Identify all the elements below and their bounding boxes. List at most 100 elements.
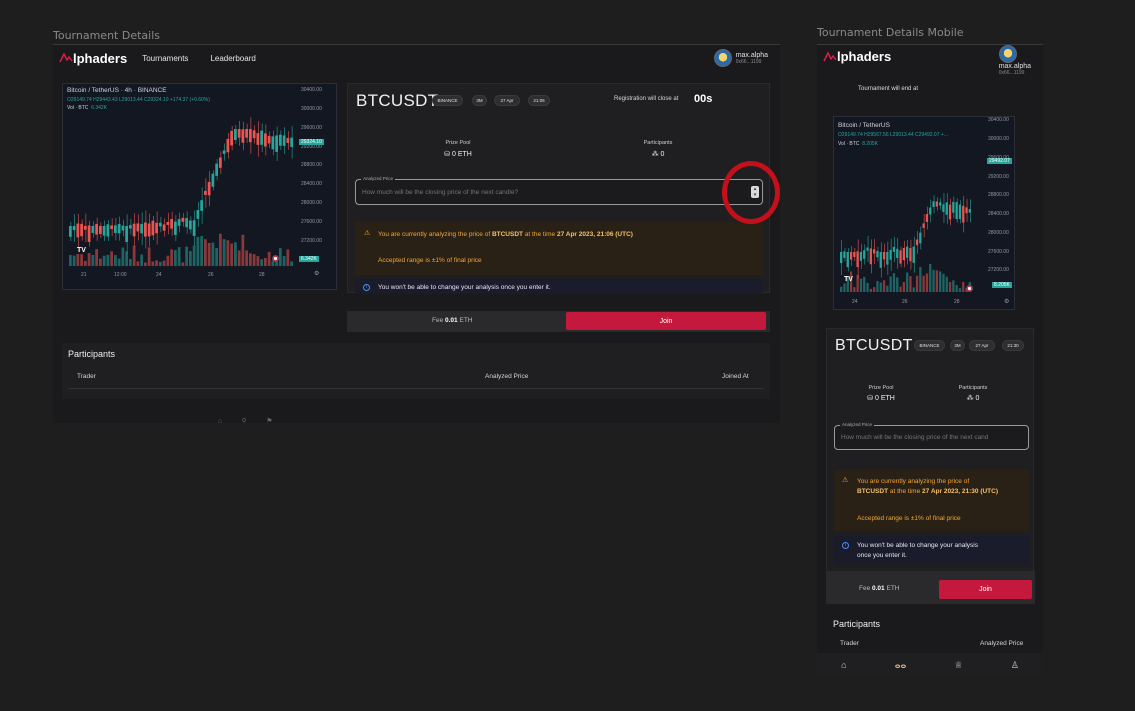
volume-bar [264, 258, 267, 266]
volume-bar [925, 273, 929, 292]
volume-bar [948, 281, 952, 292]
y-tick: 30000.00 [301, 106, 322, 112]
time-badge: 21:30 [1002, 340, 1024, 351]
mobile-price-chart[interactable]: Bitcoin / TetherUS O29149.74 H29567.56 L… [833, 116, 1015, 310]
candle-body [114, 225, 117, 233]
volume-bar [69, 255, 72, 266]
col-analyzed-price[interactable]: Analyzed Price [485, 373, 528, 380]
y-tick: 27600.00 [301, 219, 322, 225]
volume-bar [91, 254, 95, 266]
mobile-chart-ohlc: O29149.74 H29567.56 L29013.44 C29492.07 … [838, 132, 948, 138]
candle-body [892, 246, 896, 252]
volume-bar [185, 246, 188, 266]
mobile-chart-volume-label: Vol · BTC 8.205K [838, 141, 879, 147]
candle-body [84, 226, 87, 230]
home-icon[interactable]: ⌂ [841, 660, 846, 670]
mobile-logo[interactable]: lphaders [823, 49, 891, 64]
tournament-panel: BTCUSDT BINANCE 3M 27 Apr 21:06 Registra… [347, 83, 770, 294]
analyzed-price-field[interactable]: Analyzed Price ▴▾ [355, 176, 763, 205]
logo[interactable]: lphaders [59, 51, 127, 66]
warning-icon: ⚠ [842, 477, 849, 484]
mobile-pair-title: BTCUSDT [835, 337, 913, 354]
candle-body [899, 250, 902, 264]
date-badge: 27 Apr [494, 95, 520, 106]
candle-body [99, 226, 102, 234]
profile-icon[interactable]: ♙ [1011, 660, 1019, 671]
y-tick: 27600.00 [988, 249, 1009, 255]
col-trader[interactable]: Trader [77, 373, 96, 380]
mobile-bottom-nav: ⌂ ⴰⴰ ♕ ♙ [817, 653, 1043, 676]
candle-body [129, 225, 132, 229]
desktop-frame-label: Tournament Details [53, 29, 160, 42]
mobile-analyzed-price-field[interactable]: Analyzed Price [834, 422, 1029, 450]
mobile-join-button[interactable]: Join [939, 580, 1032, 599]
mobile-col-trader[interactable]: Trader [840, 640, 859, 647]
volume-bar [87, 253, 91, 266]
gear-icon[interactable]: ⚙ [1004, 298, 1009, 305]
volume-bar [929, 263, 932, 292]
mobile-col-analyzed-price[interactable]: Analyzed Price [980, 640, 1023, 647]
volume-bar [125, 251, 128, 266]
candle-body [181, 217, 185, 222]
tournaments-icon[interactable]: ⴰⴰ [895, 660, 907, 671]
volume-bar [132, 245, 136, 266]
candle-body [140, 223, 143, 234]
candle-body [174, 221, 177, 235]
mobile-user-menu[interactable]: max.alpha 0x66...1199 [998, 45, 1031, 76]
volume-bar [919, 266, 922, 292]
price-chart[interactable]: Bitcoin / TetherUS · 4h · BINANCE O29149… [62, 83, 337, 290]
candle-body [241, 129, 245, 143]
logo-icon [59, 52, 73, 63]
volume-bar [140, 254, 143, 266]
volume-bar [859, 278, 863, 292]
volume-bar [909, 276, 912, 292]
candle-body [192, 220, 196, 236]
candle-body [245, 129, 248, 138]
candle-body [840, 252, 843, 264]
candle-body [849, 252, 853, 260]
current-price-tag: 29324.10 [299, 139, 324, 145]
annotation-circle [722, 161, 780, 224]
nav-link-tournaments[interactable]: Tournaments [142, 54, 188, 63]
col-joined-at[interactable]: Joined At [722, 373, 749, 380]
candle-body [200, 200, 203, 211]
desktop-frame: lphaders Tournaments Leaderboard max.alp… [53, 44, 780, 423]
trophy-icon[interactable]: ♕ [955, 660, 963, 671]
candle-body [155, 222, 158, 234]
y-tick: 27200.00 [988, 267, 1009, 273]
volume-bar [866, 282, 869, 292]
candle-body [264, 133, 267, 147]
volume-bar [151, 261, 155, 266]
mobile-warning-line1: You are currently analyzing the price of [857, 478, 970, 485]
time-badge: 21:06 [528, 95, 550, 106]
avatar [998, 45, 1017, 63]
fee-text: Fee 0.01 ETH [432, 317, 473, 324]
join-button[interactable]: Join [566, 312, 766, 330]
nav-link-leaderboard[interactable]: Leaderboard [210, 54, 255, 63]
candle-body [249, 129, 252, 143]
volume-bar [245, 250, 248, 266]
exchange-badge: BINANCE [432, 95, 463, 106]
volume-bar [889, 276, 892, 292]
volume-bar [958, 288, 962, 292]
mobile-analyzed-price-input[interactable] [841, 426, 1025, 449]
analyzed-price-input[interactable] [362, 180, 708, 204]
volume-bar [955, 285, 958, 292]
candle-body [185, 218, 188, 228]
candle-body [204, 190, 207, 195]
gear-icon[interactable]: ⚙ [314, 270, 319, 277]
candle-body [76, 223, 80, 238]
user-menu[interactable]: max.alpha 0x66...1199 [713, 49, 768, 67]
candle-body [87, 225, 91, 242]
chart-symbol: Bitcoin / TetherUS · 4h · BINANCE [67, 87, 167, 94]
candle-body [207, 181, 211, 196]
mobile-current-price-tag: 29492.07 [987, 158, 1012, 164]
candle-body [95, 223, 98, 235]
candle-body [952, 201, 955, 213]
candle-body [886, 252, 889, 265]
candle-body [929, 207, 932, 215]
volume-bar [286, 249, 290, 266]
table-divider [68, 388, 764, 389]
candle-body [925, 214, 929, 222]
candle-body [256, 133, 260, 145]
